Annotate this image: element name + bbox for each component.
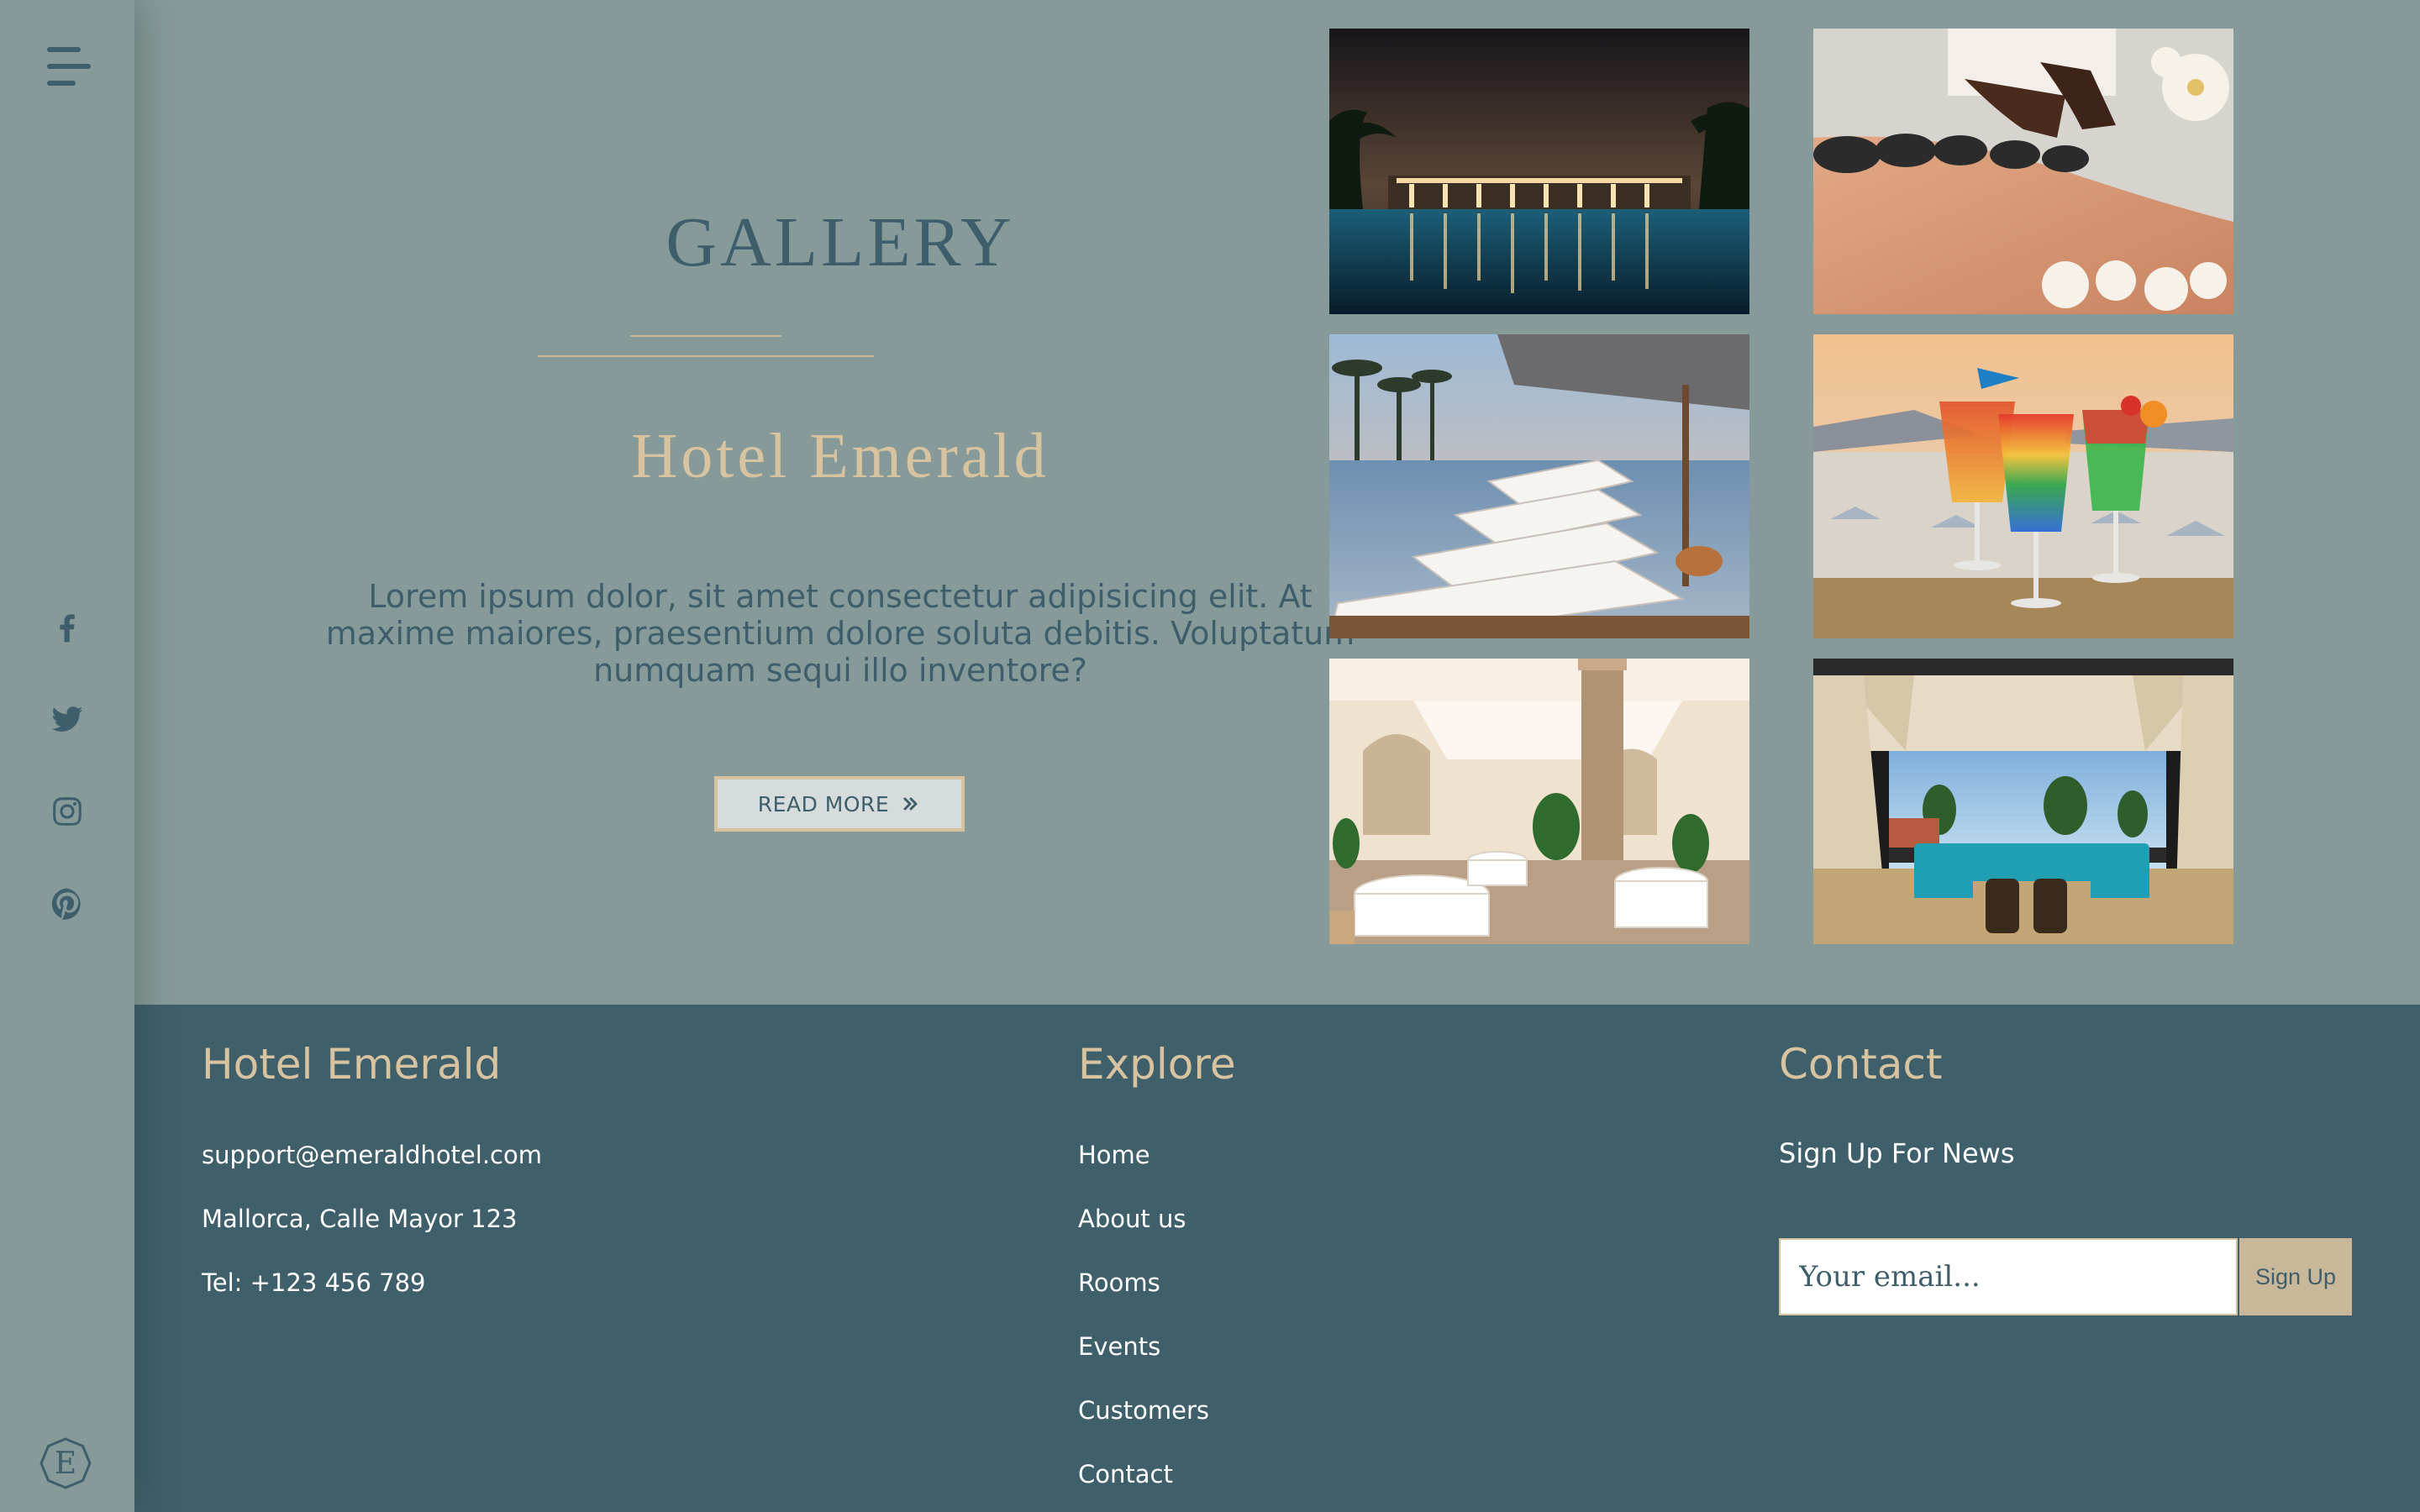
footer-link-home[interactable]: Home xyxy=(1078,1141,1150,1169)
footer-contact-title: Contact xyxy=(1779,1040,1943,1089)
read-more-label: READ MORE xyxy=(757,791,890,816)
footer-email[interactable]: support@emeraldhotel.com xyxy=(202,1141,542,1169)
footer: Hotel Emerald support@emeraldhotel.com M… xyxy=(134,1005,2420,1512)
gallery-title: GALLERY xyxy=(666,203,1015,281)
newsletter-signup-button[interactable]: Sign Up xyxy=(2239,1238,2352,1315)
hot-stone-massage-photo[interactable] xyxy=(1813,29,2233,314)
hotel-subtitle: Hotel Emerald xyxy=(631,421,1050,491)
hotel-logo[interactable]: E xyxy=(39,1436,92,1490)
gallery-section: GALLERY Hotel Emerald Lorem ipsum dolor,… xyxy=(134,0,2420,1005)
infinity-pool-loungers-photo[interactable] xyxy=(1329,334,1749,638)
footer-address: Mallorca, Calle Mayor 123 xyxy=(202,1205,518,1233)
footer-link-customers[interactable]: Customers xyxy=(1078,1396,1209,1425)
pool-at-night-photo[interactable] xyxy=(1329,29,1749,314)
read-more-button[interactable]: READ MORE xyxy=(714,776,965,832)
twitter-icon[interactable] xyxy=(47,699,87,739)
sidebar: E xyxy=(0,0,134,1512)
title-divider-short xyxy=(630,335,781,337)
facebook-icon[interactable] xyxy=(47,606,87,647)
title-divider-long xyxy=(538,355,874,357)
terrace-lounge-photo[interactable] xyxy=(1813,659,2233,944)
footer-brand-title: Hotel Emerald xyxy=(202,1040,502,1089)
cocktails-photo[interactable] xyxy=(1813,334,2233,638)
logo-letter: E xyxy=(54,1446,77,1481)
footer-link-contact[interactable]: Contact xyxy=(1078,1460,1173,1488)
footer-link-events[interactable]: Events xyxy=(1078,1332,1160,1361)
instagram-icon[interactable] xyxy=(47,791,87,832)
footer-link-rooms[interactable]: Rooms xyxy=(1078,1268,1160,1297)
gallery-description: Lorem ipsum dolor, sit amet consectetur … xyxy=(325,578,1355,689)
restaurant-dining-room-photo[interactable] xyxy=(1329,659,1749,944)
footer-phone: Tel: +123 456 789 xyxy=(202,1268,426,1297)
newsletter-label: Sign Up For News xyxy=(1779,1137,2015,1169)
pinterest-icon[interactable] xyxy=(47,884,87,924)
double-chevron-right-icon xyxy=(903,797,918,811)
footer-explore-title: Explore xyxy=(1078,1040,1236,1089)
newsletter-email-input[interactable] xyxy=(1779,1238,2238,1315)
footer-link-about-us[interactable]: About us xyxy=(1078,1205,1186,1233)
hamburger-menu-icon[interactable] xyxy=(47,47,91,86)
